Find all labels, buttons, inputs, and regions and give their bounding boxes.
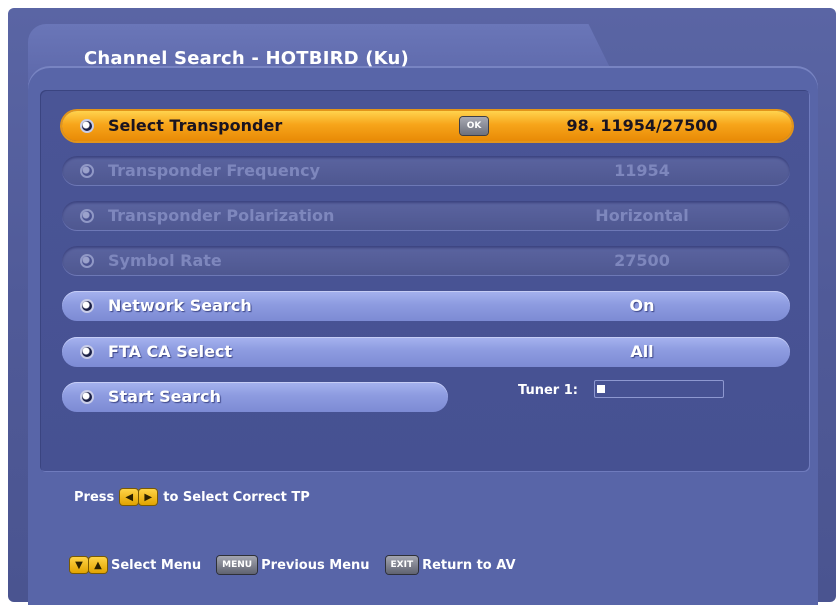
bullet-icon bbox=[80, 299, 94, 313]
menu-list-area bbox=[40, 90, 810, 472]
menu-item-label: Start Search bbox=[108, 387, 222, 406]
menu-item-transponder-polarization: Transponder Polarization Horizontal bbox=[62, 201, 790, 231]
return-av-label: Return to AV bbox=[422, 557, 516, 573]
menu-item-value: Horizontal bbox=[595, 206, 689, 225]
left-arrow-key-icon: ◀ bbox=[120, 489, 139, 505]
menu-item-value: 11954 bbox=[614, 161, 670, 180]
bullet-icon bbox=[80, 164, 94, 178]
bullet-icon bbox=[80, 119, 94, 133]
menu-item-label: Network Search bbox=[108, 296, 252, 315]
tuner-label: Tuner 1: bbox=[518, 383, 578, 398]
menu-item-label: Transponder Polarization bbox=[108, 206, 335, 225]
menu-item-value: On bbox=[629, 296, 655, 315]
menu-item-fta-ca-select[interactable]: FTA CA Select All bbox=[62, 337, 790, 367]
menu-item-label: Select Transponder bbox=[108, 116, 283, 135]
start-search-button[interactable]: Start Search bbox=[62, 382, 448, 412]
hint-text: Press ◀ ▶ to Select Correct TP bbox=[74, 489, 310, 505]
menu-key-icon: MENU bbox=[217, 556, 258, 574]
menu-item-network-search[interactable]: Network Search On bbox=[62, 291, 790, 321]
page-title: Channel Search - HOTBIRD (Ku) bbox=[84, 48, 409, 69]
menu-item-label: Transponder Frequency bbox=[108, 161, 321, 180]
down-arrow-key-icon: ▼ bbox=[70, 557, 88, 573]
bullet-icon bbox=[80, 254, 94, 268]
menu-item-select-transponder[interactable]: Select Transponder OK 98. 11954/27500 bbox=[62, 111, 792, 141]
previous-menu-label: Previous Menu bbox=[261, 557, 370, 573]
menu-item-symbol-rate: Symbol Rate 27500 bbox=[62, 246, 790, 276]
menu-item-value: 27500 bbox=[614, 251, 670, 270]
footer-legend: ▼ ▲ Select Menu MENU Previous Menu EXIT … bbox=[70, 556, 532, 574]
exit-key-icon: EXIT bbox=[385, 556, 419, 574]
right-arrow-key-icon: ▶ bbox=[139, 489, 158, 505]
hint-press-label: Press bbox=[74, 489, 115, 505]
menu-item-label: Symbol Rate bbox=[108, 251, 222, 270]
bullet-icon bbox=[80, 209, 94, 223]
bullet-icon bbox=[80, 345, 94, 359]
menu-item-transponder-frequency: Transponder Frequency 11954 bbox=[62, 156, 790, 186]
ok-key-icon: OK bbox=[460, 117, 488, 135]
menu-item-label: FTA CA Select bbox=[108, 342, 233, 361]
select-menu-label: Select Menu bbox=[111, 557, 202, 573]
tuner-progress-bar bbox=[594, 380, 724, 398]
menu-item-value: 98. 11954/27500 bbox=[566, 116, 718, 135]
hint-description: to Select Correct TP bbox=[163, 489, 310, 505]
up-arrow-key-icon: ▲ bbox=[89, 557, 107, 573]
menu-item-value: All bbox=[630, 342, 654, 361]
tuner-progress-fill bbox=[597, 385, 605, 393]
bullet-icon bbox=[80, 390, 94, 404]
